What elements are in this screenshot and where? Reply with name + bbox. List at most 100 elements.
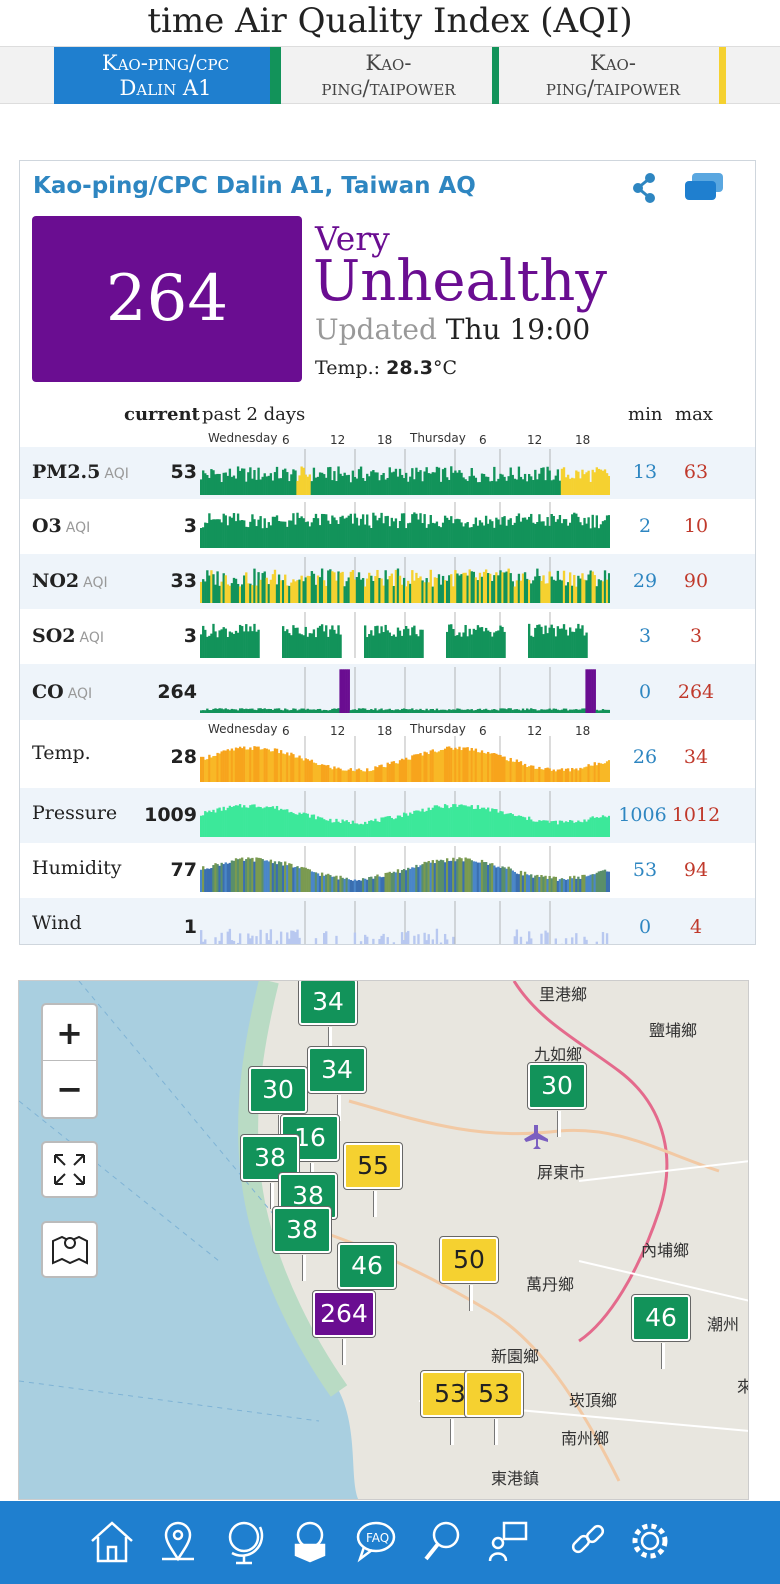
sparkline-bar (523, 871, 527, 892)
sparkline-bar (464, 709, 467, 713)
sparkline-bar (279, 521, 283, 548)
tab-line2: ping/taipower (321, 76, 456, 100)
sparkline-bar (476, 709, 480, 713)
history-row-pm25[interactable]: PM2.5 AQI 53 13 63 (20, 447, 755, 499)
sparkline-bar (298, 812, 301, 837)
sparkline-bar (497, 710, 500, 713)
station-title[interactable]: Kao-ping/CPC Dalin A1, Taiwan AQ (33, 173, 483, 199)
station-marker[interactable]: 53 (464, 1370, 524, 1445)
tab-kao-ping-taipower-1[interactable]: Kao- ping/taipower (278, 47, 499, 104)
history-row-temp[interactable]: Temp. 28 26 34 (20, 736, 755, 788)
history-row-pressure[interactable]: Pressure 1009 1006 1012 (20, 788, 755, 843)
nav-link[interactable] (558, 1511, 618, 1571)
sparkline-bar (279, 580, 283, 603)
sparkline-bar (273, 861, 277, 892)
sparkline-bar (534, 576, 537, 603)
history-row-wind[interactable]: Wind 1 0 4 (20, 898, 755, 944)
station-marker[interactable]: 30 (527, 1062, 587, 1137)
sparkline-bar (515, 709, 519, 713)
history-row-humidity[interactable]: Humidity 77 53 94 (20, 843, 755, 898)
nav-search[interactable] (412, 1511, 472, 1571)
zoom-in-button[interactable]: + (43, 1005, 96, 1061)
sparkline-bar (243, 805, 246, 837)
sparkline-bar (347, 474, 350, 495)
sparkline-bar (470, 571, 473, 603)
sparkline-bar (569, 522, 572, 548)
gear-icon (632, 1523, 668, 1559)
sparkline-bar (427, 710, 430, 713)
sparkline-bar (464, 857, 467, 892)
fullscreen-button[interactable] (41, 1141, 98, 1198)
nav-faq[interactable]: FAQ (346, 1511, 406, 1571)
sparkline-bar (534, 469, 537, 495)
sparkline-bar (400, 513, 404, 548)
station-marker[interactable]: 38 (272, 1206, 332, 1281)
station-marker[interactable]: 46 (631, 1294, 691, 1369)
sparkline-bar (386, 762, 389, 782)
nav-feedback[interactable] (478, 1511, 538, 1571)
sparkline-bar (519, 521, 523, 548)
nav-map[interactable] (148, 1511, 208, 1571)
nav-settings[interactable] (620, 1511, 680, 1571)
map-layers-button[interactable] (41, 1221, 98, 1278)
sparkline-bar (409, 522, 412, 548)
history-row-no2[interactable]: NO2 AQI 33 29 90 (20, 554, 755, 609)
chat-icon[interactable] (683, 171, 725, 205)
sparkline-bar (544, 525, 547, 548)
tab-status-stripe (492, 47, 499, 104)
station-marker[interactable]: 30 (248, 1066, 308, 1141)
nav-mask[interactable] (280, 1511, 340, 1571)
sparkline-bar (200, 634, 203, 658)
station-marker[interactable]: 264 (312, 1290, 376, 1365)
sparkline-bar (304, 758, 307, 782)
sparkline-bar (265, 748, 268, 782)
sparkline-bar (525, 481, 529, 495)
sparkline-bar (443, 862, 447, 892)
sparkline-bar (484, 708, 488, 713)
nav-home[interactable] (82, 1511, 142, 1571)
sparkline-bar (540, 820, 543, 837)
sparkline-bar (460, 574, 463, 603)
sparkline-bar (515, 759, 519, 782)
sparkline-bar (538, 876, 541, 892)
sparkline-bar (329, 629, 332, 658)
sparkline-bar (327, 570, 330, 603)
station-marker[interactable]: 34 (307, 1046, 367, 1121)
sparkline-bar (263, 518, 266, 548)
sparkline-bar (228, 631, 232, 658)
sparkline-bar (585, 766, 588, 782)
place-label: 里港鄉 (539, 985, 588, 1004)
sparkline-bar (257, 857, 260, 892)
station-marker[interactable]: 50 (439, 1236, 499, 1311)
sparkline-bar (575, 586, 578, 603)
sparkline-bar (446, 939, 449, 944)
tab-kao-ping-taipower-2[interactable]: Kao- ping/taipower (500, 47, 726, 104)
sparkline-bar (259, 858, 262, 892)
station-marker[interactable]: 46 (337, 1242, 397, 1317)
sparkline-bar (468, 628, 471, 658)
sparkline-bar (454, 519, 457, 548)
sparkline-bar (446, 631, 449, 658)
sparkline-bar (452, 523, 455, 548)
sparkline-bar (216, 473, 219, 495)
sparkline-bar (517, 466, 521, 495)
station-map[interactable]: + − 里港鄉 鹽埔鄉 九如鄉 屏東市 內埔鄉 萬丹鄉 新園鄉 崁頂鄉 南州鄉 … (18, 980, 749, 1500)
zoom-out-button[interactable]: − (43, 1061, 96, 1117)
station-marker[interactable]: 34 (298, 981, 358, 1053)
sparkline-bar (380, 708, 383, 713)
sparkline-bar (374, 708, 377, 713)
history-row-o3[interactable]: O3 AQI 3 2 10 (20, 499, 755, 554)
tab-kao-ping-cpc-dalin[interactable]: Kao-ping/cpc Dalin A1 (54, 47, 277, 104)
share-icon[interactable] (630, 171, 660, 205)
station-marker[interactable]: 55 (343, 1142, 403, 1217)
sparkline-bar (493, 466, 496, 495)
history-row-co[interactable]: CO AQI 264 0 264 (20, 664, 755, 720)
sparkline-bar (214, 812, 217, 837)
sparkline-bar (396, 815, 400, 837)
sparkline-bar (538, 473, 541, 495)
nav-globe[interactable] (214, 1511, 274, 1571)
sparkline-bar (327, 520, 330, 548)
history-row-so2[interactable]: SO2 AQI 3 3 3 (20, 609, 755, 664)
sparkline-bar (413, 625, 416, 658)
sparkline-bar (441, 860, 445, 892)
